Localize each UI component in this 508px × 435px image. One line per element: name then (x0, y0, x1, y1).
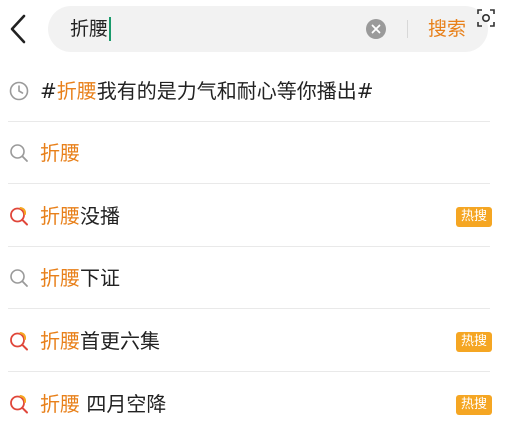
suggestion-item[interactable]: 折腰 四月空降 热搜 (0, 373, 508, 435)
suggestion-rest: 首更六集 (80, 329, 160, 353)
suggestion-text: 折腰 (40, 139, 80, 167)
hot-search-icon (8, 205, 30, 227)
suggestion-highlight: 折腰 (40, 204, 80, 228)
search-icon (8, 267, 30, 289)
suggestion-rest: 四月空降 (80, 392, 167, 416)
back-button[interactable] (6, 12, 30, 46)
suggestion-prefix: # (40, 79, 57, 103)
suggestion-rest: 我有的是力气和耐心等你播出# (96, 79, 374, 103)
suggestion-highlight: 折腰 (56, 79, 97, 103)
suggestion-rest: 没播 (80, 204, 120, 228)
chevron-left-icon (10, 14, 26, 44)
search-icon (8, 142, 30, 164)
search-header: 折腰 搜索 (0, 0, 508, 60)
suggestion-text: #折腰我有的是力气和耐心等你播出# (40, 77, 374, 105)
close-icon (371, 24, 381, 34)
suggestion-item[interactable]: 折腰下证 (0, 247, 508, 309)
suggestion-item[interactable]: #折腰我有的是力气和耐心等你播出# (0, 60, 508, 122)
text-caret (109, 17, 112, 41)
row-divider (8, 371, 490, 372)
search-input[interactable]: 折腰 搜索 (48, 6, 488, 52)
clear-button[interactable] (366, 19, 386, 39)
search-query-text[interactable]: 折腰 (70, 17, 112, 41)
hot-badge: 热搜 (456, 207, 492, 227)
suggestion-highlight: 折腰 (40, 392, 80, 416)
row-divider (8, 183, 490, 184)
scan-button[interactable] (476, 8, 496, 28)
suggestion-item[interactable]: 折腰没播 热搜 (0, 185, 508, 247)
suggestion-text: 折腰没播 (40, 202, 120, 230)
suggestion-highlight: 折腰 (40, 329, 80, 353)
suggestion-item[interactable]: 折腰 (0, 122, 508, 184)
suggestion-highlight: 折腰 (40, 141, 80, 165)
suggestion-text: 折腰下证 (40, 264, 120, 292)
scan-icon (477, 9, 495, 27)
suggestion-rest: 下证 (80, 266, 120, 290)
hot-search-icon (8, 330, 30, 352)
divider (407, 20, 408, 38)
hot-badge: 热搜 (456, 332, 492, 352)
suggestion-text: 折腰首更六集 (40, 327, 160, 355)
suggestion-item[interactable]: 折腰首更六集 热搜 (0, 310, 508, 372)
hot-badge: 热搜 (456, 395, 492, 415)
search-submit-button[interactable]: 搜索 (428, 16, 466, 42)
row-divider (8, 308, 490, 309)
hot-search-icon (8, 393, 30, 415)
history-clock-icon (8, 80, 30, 102)
suggestion-text: 折腰 四月空降 (40, 390, 166, 418)
suggestion-highlight: 折腰 (40, 266, 80, 290)
